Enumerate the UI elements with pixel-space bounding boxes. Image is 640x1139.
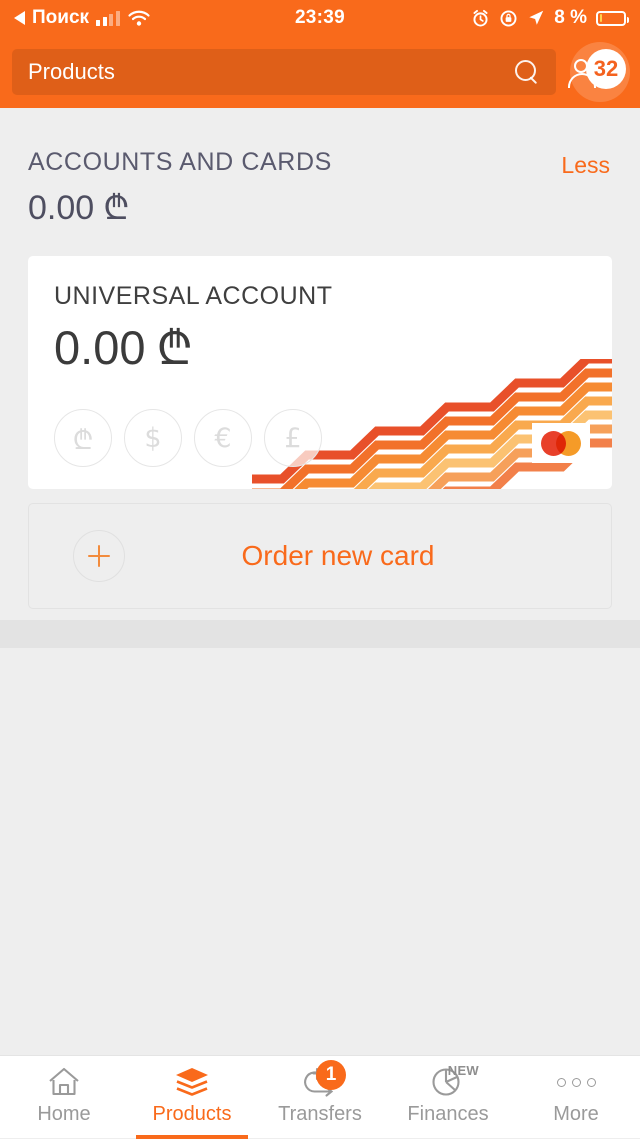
pie-chart-icon: NEW <box>418 1063 479 1099</box>
search-bar[interactable]: Products <box>12 49 556 95</box>
nav-item-home[interactable]: Home <box>0 1056 128 1139</box>
nav-label-products: Products <box>152 1103 232 1125</box>
search-icon[interactable] <box>514 59 540 85</box>
house-icon <box>34 1065 94 1099</box>
notification-badge[interactable]: 32 <box>586 49 626 89</box>
app-header: Products 32 <box>0 36 640 108</box>
currency-chip-dollar[interactable]: $ <box>124 409 182 467</box>
order-new-card-button[interactable]: Order new card <box>28 503 612 609</box>
currency-chip-euro[interactable]: € <box>194 409 252 467</box>
search-input[interactable]: Products <box>28 59 514 85</box>
nav-label-more: More <box>553 1103 599 1125</box>
transfer-loop-icon: 1 <box>290 1060 350 1099</box>
section-divider <box>0 620 640 648</box>
mastercard-logo <box>532 423 590 463</box>
nav-label-home: Home <box>37 1103 91 1125</box>
currency-chip-lari[interactable]: ₾ <box>54 409 112 467</box>
section-total: 0.00 ₾ <box>28 183 612 229</box>
profile-button[interactable]: 32 <box>562 39 630 105</box>
battery-icon <box>596 10 629 26</box>
account-name: UNIVERSAL ACCOUNT <box>54 282 333 310</box>
nav-item-finances[interactable]: NEW Finances <box>384 1056 512 1139</box>
plus-icon <box>73 530 125 582</box>
bottom-navigation: Home Products 1 Transfers NEW Finances M… <box>0 1055 640 1139</box>
less-toggle-link[interactable]: Less <box>561 152 610 179</box>
accounts-section-header: ACCOUNTS AND CARDS 0.00 ₾ Less <box>0 108 640 229</box>
lari-symbol-icon: ₾ <box>156 321 193 376</box>
nav-item-transfers[interactable]: 1 Transfers <box>256 1056 384 1139</box>
universal-account-card[interactable]: UNIVERSAL ACCOUNT 0.00 ₾ ₾ $ € £ <box>28 256 612 489</box>
status-bar: Поиск 23:39 8 % <box>0 0 640 36</box>
layers-icon <box>162 1065 222 1099</box>
account-balance-amount: 0.00 <box>54 321 146 374</box>
currency-chip-pound[interactable]: £ <box>264 409 322 467</box>
nav-item-more[interactable]: More <box>512 1056 640 1139</box>
order-new-card-label: Order new card <box>241 540 435 571</box>
active-tab-indicator <box>136 1135 248 1139</box>
ellipsis-icon <box>546 1065 606 1099</box>
account-balance: 0.00 ₾ <box>54 314 193 378</box>
nav-item-products[interactable]: Products <box>128 1056 256 1139</box>
section-title: ACCOUNTS AND CARDS <box>28 148 332 176</box>
finances-new-tag: NEW <box>447 1063 479 1078</box>
currency-selector: ₾ $ € £ <box>54 409 322 467</box>
section-total-amount: 0.00 <box>28 189 95 227</box>
lari-symbol-icon: ₾ <box>103 188 130 228</box>
nav-label-transfers: Transfers <box>278 1103 362 1125</box>
status-bar-time: 23:39 <box>294 7 346 28</box>
nav-label-finances: Finances <box>407 1103 489 1125</box>
page-content: ACCOUNTS AND CARDS 0.00 ₾ Less UNIVERSAL… <box>0 108 640 1055</box>
transfers-badge: 1 <box>316 1060 346 1090</box>
